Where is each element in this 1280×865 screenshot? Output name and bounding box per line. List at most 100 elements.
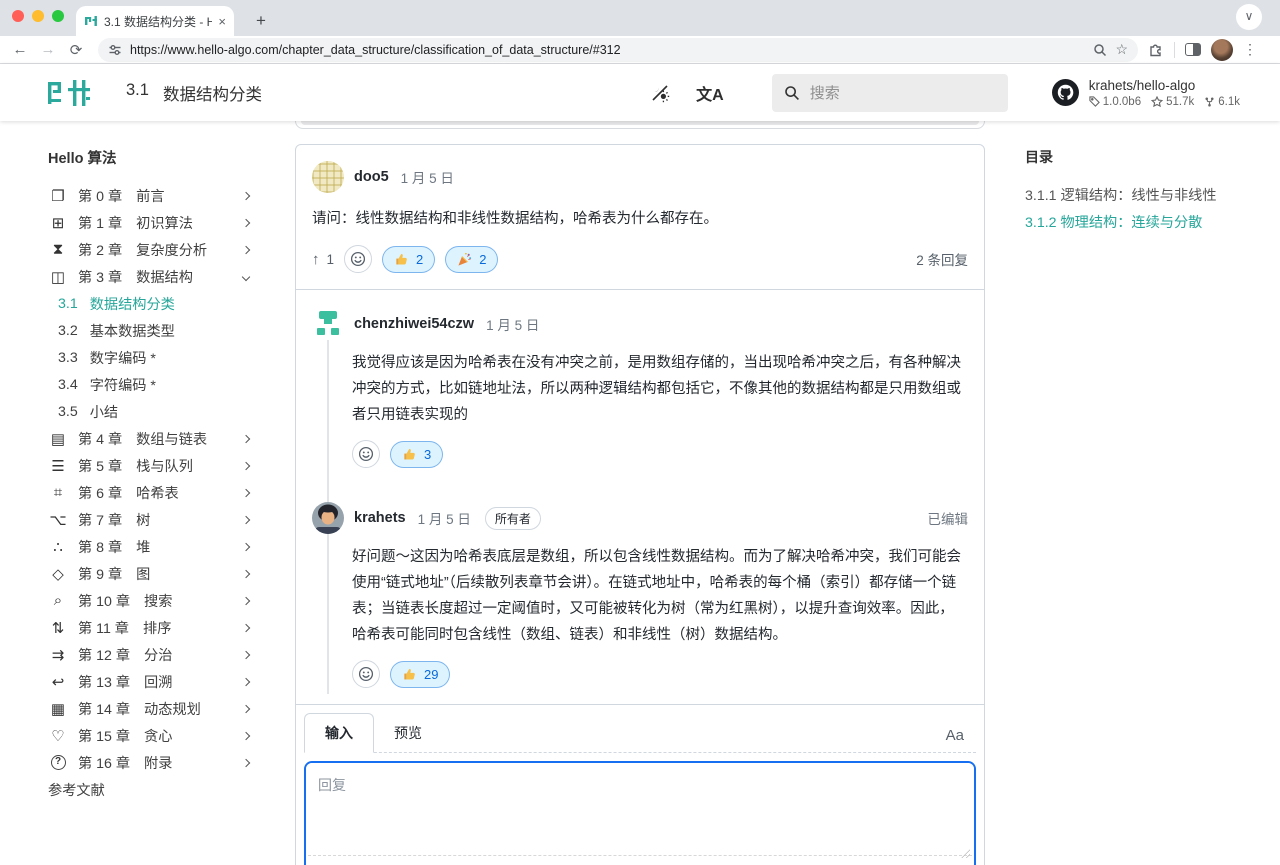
url-bar[interactable]: https://www.hello-algo.com/chapter_data_… bbox=[98, 38, 1138, 62]
chrome-menu-icon[interactable]: ⋮ bbox=[1243, 41, 1257, 58]
tab-search-button[interactable]: ∨ bbox=[1236, 4, 1262, 30]
resize-handle-icon[interactable] bbox=[961, 849, 970, 858]
reply-author[interactable]: krahets bbox=[354, 510, 406, 526]
reaction-thumbs-up[interactable]: 29 bbox=[390, 661, 450, 688]
reload-icon[interactable]: ⟳ bbox=[62, 41, 90, 59]
zoom-icon[interactable] bbox=[1093, 43, 1107, 57]
minimize-window-button[interactable] bbox=[32, 10, 44, 22]
forward-icon[interactable]: → bbox=[34, 41, 62, 58]
backtrack-icon: ↩ bbox=[48, 673, 68, 691]
upvote-button[interactable]: ↑ 1 bbox=[312, 251, 334, 268]
profile-avatar[interactable] bbox=[1211, 39, 1233, 61]
browser-toolbar: ← → ⟳ https://www.hello-algo.com/chapter… bbox=[0, 36, 1280, 64]
sidebar-item-searching[interactable]: ⌕第 10 章搜索 bbox=[48, 587, 249, 614]
reaction-thumbs-up[interactable]: 2 bbox=[382, 246, 435, 273]
add-reaction-button[interactable] bbox=[352, 660, 380, 688]
comments-area: doo5 1 月 5 日 请问：线性数据结构和非线性数据结构，哈希表为什么都存在… bbox=[295, 121, 985, 865]
translate-icon[interactable]: 文A bbox=[696, 81, 724, 105]
avatar[interactable] bbox=[312, 308, 344, 340]
github-logo-icon bbox=[1052, 79, 1079, 106]
sidebar-item-graph[interactable]: ◇第 9 章图 bbox=[48, 560, 249, 587]
chevron-right-icon bbox=[242, 515, 250, 523]
hourglass-icon: ⧗ bbox=[48, 241, 68, 258]
toolbar-divider bbox=[1174, 42, 1175, 58]
smiley-icon bbox=[358, 446, 374, 462]
reply-body: 我觉得应该是因为哈希表在没有冲突之前，是用数组存储的，当出现哈希冲突之后，有各种… bbox=[296, 340, 984, 428]
sidebar-item-divide-conquer[interactable]: ⇉第 12 章分治 bbox=[48, 641, 249, 668]
sidebar-item-stack-queue[interactable]: ☰第 5 章栈与队列 bbox=[48, 452, 249, 479]
sidebar-item-heap[interactable]: ∴第 8 章堆 bbox=[48, 533, 249, 560]
repo-name: krahets/hello-algo bbox=[1089, 78, 1240, 93]
chevron-right-icon bbox=[242, 191, 250, 199]
hello-algo-logo[interactable] bbox=[46, 77, 92, 109]
sidebar-item-3-2[interactable]: 3.2基本数据类型 bbox=[48, 317, 249, 344]
traffic-lights bbox=[12, 10, 64, 22]
chevron-right-icon bbox=[242, 596, 250, 604]
sidebar-item-backtracking[interactable]: ↩第 13 章回溯 bbox=[48, 668, 249, 695]
new-tab-button[interactable]: + bbox=[248, 8, 274, 34]
sidebar-item-preface[interactable]: ❐第 0 章前言 bbox=[48, 182, 249, 209]
page-heading: 3.1 数据结构分类 bbox=[126, 81, 262, 105]
add-reaction-button[interactable] bbox=[352, 440, 380, 468]
tab-write[interactable]: 输入 bbox=[304, 713, 374, 753]
comment-author[interactable]: doo5 bbox=[354, 169, 389, 185]
chapter-sidebar: Hello 算法 ❐第 0 章前言 ⊞第 1 章初识算法 ⧗第 2 章复杂度分析… bbox=[0, 121, 295, 865]
reply-textarea[interactable] bbox=[306, 763, 974, 855]
github-repo-link[interactable]: krahets/hello-algo 1.0.0b6 51.7k 6.1k bbox=[1052, 78, 1240, 108]
sidebar-item-3-3[interactable]: 3.3数字编码 * bbox=[48, 344, 249, 371]
sidebar-item-references[interactable]: 参考文献 bbox=[48, 776, 249, 803]
comment-thread-card: doo5 1 月 5 日 请问：线性数据结构和非线性数据结构，哈希表为什么都存在… bbox=[295, 144, 985, 865]
sidebar-item-appendix[interactable]: ?第 16 章附录 bbox=[48, 749, 249, 776]
sidebar-item-complexity[interactable]: ⧗第 2 章复杂度分析 bbox=[48, 236, 249, 263]
tab-preview[interactable]: 预览 bbox=[374, 714, 442, 752]
reply-author[interactable]: chenzhiwei54czw bbox=[354, 316, 474, 332]
thumbs-up-icon bbox=[394, 252, 409, 267]
sidebar-item-3-1[interactable]: 3.1数据结构分类 bbox=[48, 290, 249, 317]
chevron-right-icon bbox=[242, 569, 250, 577]
edited-label: 已编辑 bbox=[928, 508, 969, 528]
sidebar-item-sorting[interactable]: ⇅第 11 章排序 bbox=[48, 614, 249, 641]
chevron-right-icon bbox=[242, 488, 250, 496]
reply-textarea-wrap: M↓ bbox=[304, 761, 976, 865]
sidebar-item-array-list[interactable]: ▤第 4 章数组与链表 bbox=[48, 425, 249, 452]
avatar[interactable] bbox=[312, 161, 344, 193]
fullscreen-window-button[interactable] bbox=[52, 10, 64, 22]
sidebar-item-dynamic-programming[interactable]: ▦第 14 章动态规划 bbox=[48, 695, 249, 722]
back-icon[interactable]: ← bbox=[6, 41, 34, 58]
sidebar-item-tree[interactable]: ⌥第 7 章树 bbox=[48, 506, 249, 533]
tab-strip: 3.1 数据结构分类 - Hello 算法 × + ∨ bbox=[0, 0, 1280, 36]
side-panel-icon[interactable] bbox=[1185, 43, 1201, 56]
browser-tab[interactable]: 3.1 数据结构分类 - Hello 算法 × bbox=[76, 6, 234, 36]
repo-stars: 51.7k bbox=[1151, 96, 1194, 108]
smiley-icon bbox=[358, 666, 374, 682]
tab-close-icon[interactable]: × bbox=[218, 14, 226, 29]
bookmark-star-icon[interactable]: ☆ bbox=[1115, 41, 1128, 58]
reply: krahets 1 月 5 日 所有者 已编辑 好问题～这因为哈希表底层是数组，… bbox=[296, 484, 984, 704]
sidebar-item-intro-algorithms[interactable]: ⊞第 1 章初识算法 bbox=[48, 209, 249, 236]
chevron-right-icon bbox=[242, 677, 250, 685]
toc-item-3-1-1[interactable]: 3.1.1 逻辑结构：线性与非线性 bbox=[1025, 181, 1280, 208]
avatar[interactable] bbox=[312, 502, 344, 534]
sidebar-item-hash-table[interactable]: ⌗第 6 章哈希表 bbox=[48, 479, 249, 506]
reply: chenzhiwei54czw 1 月 5 日 我觉得应该是因为哈希表在没有冲突… bbox=[296, 290, 984, 484]
editor-tabs: 输入 预览 Aa bbox=[304, 713, 976, 753]
toc-item-3-1-2[interactable]: 3.1.2 物理结构：连续与分散 bbox=[1025, 208, 1280, 235]
reaction-thumbs-up[interactable]: 3 bbox=[390, 441, 443, 468]
extensions-puzzle-icon[interactable] bbox=[1148, 42, 1164, 58]
reaction-party[interactable]: 2 bbox=[445, 246, 498, 273]
add-reaction-button[interactable] bbox=[344, 245, 372, 273]
close-window-button[interactable] bbox=[12, 10, 24, 22]
textarea-footer: M↓ bbox=[308, 855, 972, 865]
sidebar-item-3-5[interactable]: 3.5小结 bbox=[48, 398, 249, 425]
sidebar-item-greedy[interactable]: ♡第 15 章贪心 bbox=[48, 722, 249, 749]
repo-forks: 6.1k bbox=[1204, 96, 1240, 108]
sidebar-item-3-4[interactable]: 3.4字符编码 * bbox=[48, 371, 249, 398]
chevron-right-icon bbox=[242, 434, 250, 442]
site-settings-icon[interactable] bbox=[108, 43, 122, 57]
sidebar-item-data-structure[interactable]: ◫第 3 章数据结构 bbox=[48, 263, 249, 290]
toolbar-right: ⋮ bbox=[1148, 39, 1269, 61]
text-format-icon[interactable]: Aa bbox=[946, 727, 976, 752]
search-input[interactable]: 搜索 bbox=[772, 74, 1008, 112]
reaction-count: 29 bbox=[424, 667, 438, 682]
theme-toggle-icon[interactable] bbox=[650, 83, 670, 103]
